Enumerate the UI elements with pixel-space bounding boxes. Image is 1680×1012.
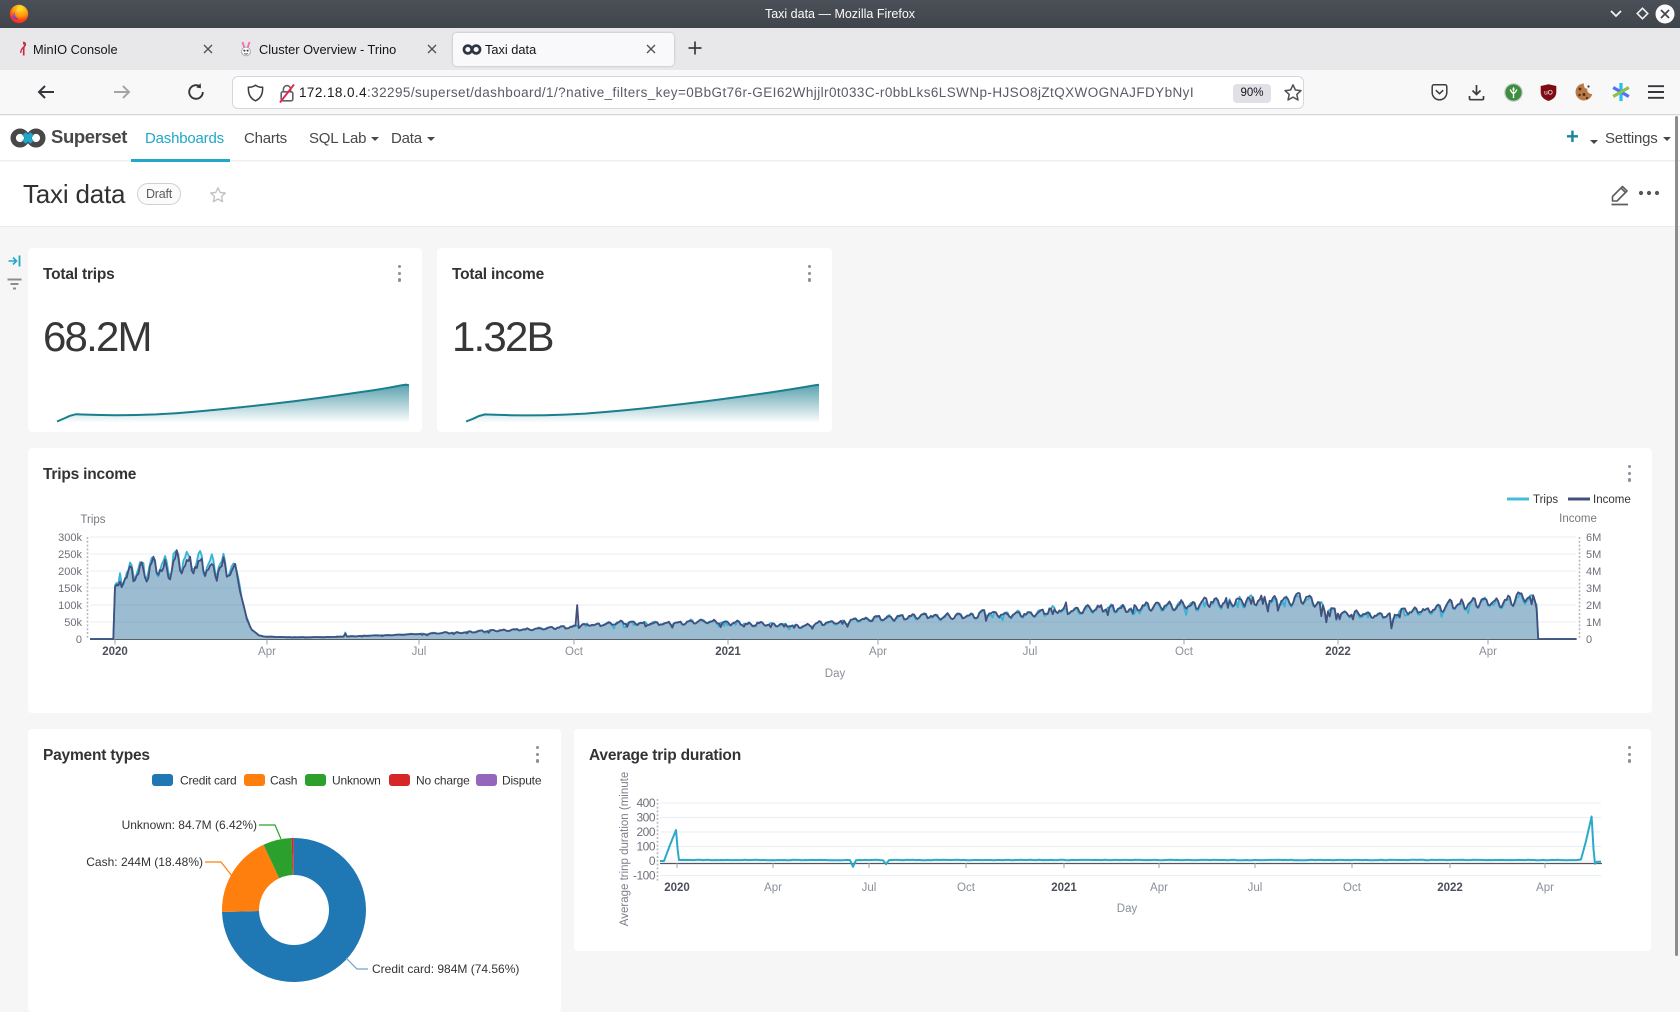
svg-text:Jul: Jul (412, 646, 427, 658)
svg-text:-100: -100 (633, 869, 656, 883)
svg-text:2021: 2021 (1051, 882, 1077, 894)
svg-text:Oct: Oct (1343, 882, 1362, 894)
svg-text:Apr: Apr (1150, 882, 1168, 894)
svg-text:100k: 100k (58, 600, 82, 612)
svg-text:Trips: Trips (1533, 494, 1558, 506)
svg-text:1M: 1M (1586, 617, 1601, 629)
svg-text:5M: 5M (1586, 549, 1601, 561)
svg-text:300: 300 (636, 811, 655, 825)
svg-text:Oct: Oct (565, 646, 584, 658)
svg-text:uO: uO (1544, 90, 1553, 97)
svg-text:Apr: Apr (764, 882, 782, 894)
svg-text:Jul: Jul (1248, 882, 1263, 894)
svg-text:Unknown: Unknown (332, 774, 381, 788)
svg-text:Dispute: Dispute (502, 774, 542, 788)
svg-text:Apr: Apr (1479, 646, 1497, 658)
svg-text:Unknown: 84.7M (6.42%): Unknown: 84.7M (6.42%) (122, 818, 257, 832)
svg-text:Oct: Oct (957, 882, 976, 894)
svg-text:Credit card: 984M (74.56%): Credit card: 984M (74.56%) (372, 962, 519, 976)
svg-text:200: 200 (636, 825, 655, 839)
svg-text:Day: Day (1117, 903, 1138, 915)
svg-text:0: 0 (76, 634, 82, 646)
svg-text:Apr: Apr (869, 646, 887, 658)
svg-text:Apr: Apr (1536, 882, 1554, 894)
svg-text:Income: Income (1559, 513, 1597, 525)
svg-text:Oct: Oct (1175, 646, 1194, 658)
svg-text:Jul: Jul (862, 882, 877, 894)
svg-text:200k: 200k (58, 566, 82, 578)
svg-text:Average trinp duration (minute: Average trinp duration (minute (619, 772, 631, 927)
svg-text:50k: 50k (64, 617, 82, 629)
svg-text:Cash: 244M (18.48%): Cash: 244M (18.48%) (86, 855, 203, 869)
svg-text:Apr: Apr (258, 646, 276, 658)
svg-text:Income: Income (1593, 494, 1631, 506)
svg-text:6M: 6M (1586, 532, 1601, 544)
svg-text:No charge: No charge (416, 774, 470, 788)
svg-text:100: 100 (636, 840, 655, 854)
svg-text:Day: Day (825, 668, 846, 680)
svg-text:300k: 300k (58, 532, 82, 544)
svg-text:2020: 2020 (102, 646, 128, 658)
svg-text:400: 400 (636, 796, 655, 810)
svg-text:4M: 4M (1586, 566, 1601, 578)
svg-text:Jul: Jul (1023, 646, 1038, 658)
svg-text:2020: 2020 (664, 882, 690, 894)
svg-text:2021: 2021 (715, 646, 741, 658)
svg-text:0: 0 (1586, 634, 1592, 646)
svg-text:Trips: Trips (80, 514, 105, 526)
svg-text:Credit card: Credit card (180, 774, 237, 788)
svg-text:2022: 2022 (1437, 882, 1463, 894)
svg-text:2M: 2M (1586, 600, 1601, 612)
svg-text:Cash: Cash (270, 774, 297, 788)
svg-text:0: 0 (649, 854, 656, 868)
svg-text:250k: 250k (58, 549, 82, 561)
svg-text:3M: 3M (1586, 583, 1601, 595)
svg-text:150k: 150k (58, 583, 82, 595)
svg-text:2022: 2022 (1325, 646, 1351, 658)
